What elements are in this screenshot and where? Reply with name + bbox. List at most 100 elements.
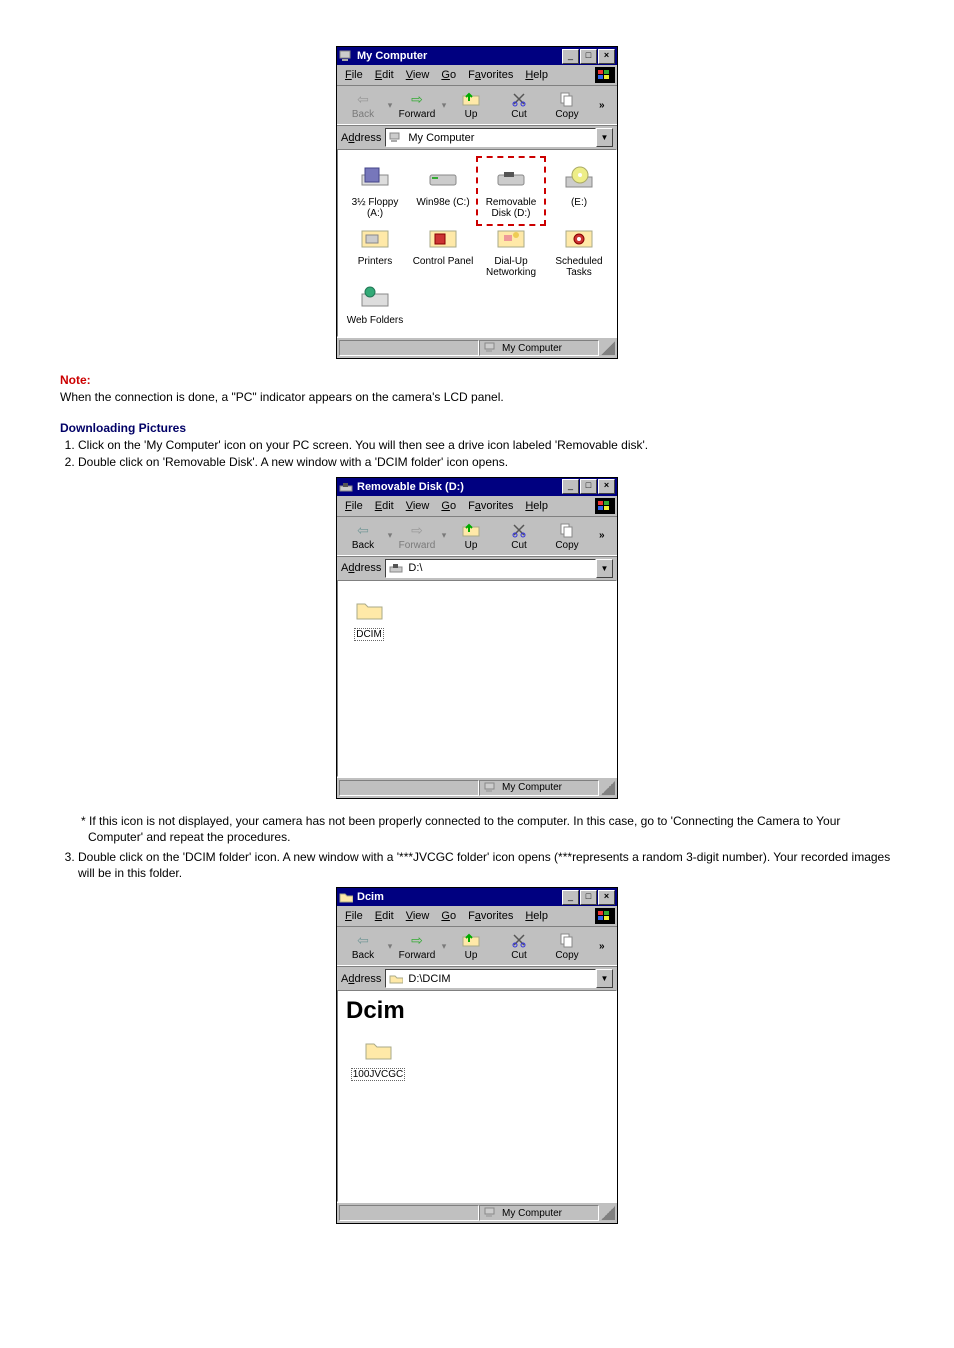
scissors-icon: [511, 931, 527, 949]
menu-help[interactable]: Help: [519, 909, 554, 923]
content-pane[interactable]: 3½ Floppy (A:) Win98e (C:) Removable Dis…: [337, 149, 617, 337]
status-panel: My Computer: [479, 780, 599, 796]
copy-icon: [559, 521, 575, 539]
cd-drive-icon: [548, 162, 610, 194]
removable-drive-icon: [388, 561, 404, 575]
address-label: Address: [341, 973, 381, 985]
menu-view[interactable]: View: [400, 909, 436, 923]
menu-edit[interactable]: Edit: [369, 909, 400, 923]
close-button[interactable]: ×: [598, 479, 615, 494]
steps-list: Click on the 'My Computer' icon on your …: [78, 437, 894, 470]
forward-button[interactable]: ⇨ Forward: [393, 90, 441, 120]
maximize-button[interactable]: □: [580, 890, 597, 905]
forward-button[interactable]: ⇨ Forward: [393, 931, 441, 961]
computer-icon: [388, 131, 404, 145]
close-button[interactable]: ×: [598, 890, 615, 905]
content-pane[interactable]: Dcim 100JVCGC: [337, 990, 617, 1202]
folder-web[interactable]: Web Folders: [344, 280, 406, 326]
windows-logo-icon: [595, 67, 615, 83]
folder-scheduled[interactable]: Scheduled Tasks: [548, 221, 610, 278]
menu-go[interactable]: Go: [435, 499, 462, 513]
folder-up-icon: [461, 931, 481, 949]
cut-button[interactable]: Cut: [495, 521, 543, 551]
folder-dcim[interactable]: DCIM: [344, 593, 394, 641]
menu-edit[interactable]: Edit: [369, 499, 400, 513]
content-pane[interactable]: DCIM: [337, 580, 617, 777]
cut-button[interactable]: Cut: [495, 931, 543, 961]
maximize-button[interactable]: □: [580, 49, 597, 64]
menu-favorites[interactable]: Favorites: [462, 909, 519, 923]
copy-button[interactable]: Copy: [543, 90, 591, 120]
titlebar[interactable]: Removable Disk (D:) _ □ ×: [337, 478, 617, 496]
folder-100jvcgc[interactable]: 100JVCGC: [346, 1033, 410, 1081]
computer-icon: [339, 49, 353, 63]
resize-grip[interactable]: [601, 781, 615, 795]
control-panel-folder-icon: [412, 221, 474, 253]
minimize-button[interactable]: _: [562, 49, 579, 64]
close-button[interactable]: ×: [598, 49, 615, 64]
menu-view[interactable]: View: [400, 68, 436, 82]
minimize-button[interactable]: _: [562, 479, 579, 494]
copy-button[interactable]: Copy: [543, 931, 591, 961]
copy-button[interactable]: Copy: [543, 521, 591, 551]
address-dropdown-button[interactable]: ▼: [596, 559, 613, 578]
maximize-button[interactable]: □: [580, 479, 597, 494]
address-combo[interactable]: D:\: [385, 559, 596, 578]
scissors-icon: [511, 521, 527, 539]
menu-help[interactable]: Help: [519, 68, 554, 82]
toolbar: ⇦ Back ▾ ⇨ Forward ▾ Up Cut Copy »: [337, 516, 617, 556]
resize-grip[interactable]: [601, 341, 615, 355]
menu-file[interactable]: File: [339, 909, 369, 923]
note-heading: Note:: [60, 373, 894, 387]
up-button[interactable]: Up: [447, 90, 495, 120]
folder-printers[interactable]: Printers: [344, 221, 406, 278]
statusbar: My Computer: [337, 1202, 617, 1223]
toolbar-overflow-button[interactable]: »: [599, 530, 613, 541]
titlebar[interactable]: My Computer _ □ ×: [337, 47, 617, 65]
toolbar-overflow-button[interactable]: »: [599, 941, 613, 952]
menu-go[interactable]: Go: [435, 909, 462, 923]
address-dropdown-button[interactable]: ▼: [596, 969, 613, 988]
back-button[interactable]: ⇦ Back: [339, 521, 387, 551]
minimize-button[interactable]: _: [562, 890, 579, 905]
step-3: Double click on the 'DCIM folder' icon. …: [78, 849, 894, 881]
cut-button[interactable]: Cut: [495, 90, 543, 120]
menu-favorites[interactable]: Favorites: [462, 499, 519, 513]
menu-help[interactable]: Help: [519, 499, 554, 513]
folder-heading: Dcim: [338, 991, 616, 1027]
note-text: When the connection is done, a "PC" indi…: [60, 389, 894, 405]
menu-file[interactable]: File: [339, 499, 369, 513]
arrow-right-icon: ⇨: [411, 933, 423, 947]
printers-folder-icon: [344, 221, 406, 253]
drive-removable[interactable]: Removable Disk (D:): [480, 162, 542, 219]
address-combo[interactable]: My Computer: [385, 128, 596, 147]
up-button[interactable]: Up: [447, 521, 495, 551]
status-panel: My Computer: [479, 340, 599, 356]
folder-dialup[interactable]: Dial-Up Networking: [480, 221, 542, 278]
menu-go[interactable]: Go: [435, 68, 462, 82]
menu-view[interactable]: View: [400, 499, 436, 513]
drive-floppy[interactable]: 3½ Floppy (A:): [344, 162, 406, 219]
titlebar[interactable]: Dcim _ □ ×: [337, 888, 617, 906]
footnote-1: * If this icon is not displayed, your ca…: [78, 813, 894, 845]
resize-grip[interactable]: [601, 1206, 615, 1220]
drive-e[interactable]: (E:): [548, 162, 610, 219]
window-dcim: Dcim _ □ × File Edit View Go Favorites H…: [336, 887, 618, 1224]
copy-icon: [559, 90, 575, 108]
address-combo[interactable]: D:\DCIM: [385, 969, 596, 988]
folder-control-panel[interactable]: Control Panel: [412, 221, 474, 278]
addressbar: Address D:\ ▼: [337, 556, 617, 580]
menu-favorites[interactable]: Favorites: [462, 68, 519, 82]
toolbar-overflow-button[interactable]: »: [599, 100, 613, 111]
back-button: ⇦ Back: [339, 90, 387, 120]
arrow-right-icon: ⇨: [411, 92, 423, 106]
up-button[interactable]: Up: [447, 931, 495, 961]
scissors-icon: [511, 90, 527, 108]
menu-file[interactable]: File: [339, 68, 369, 82]
drive-win98e[interactable]: Win98e (C:): [412, 162, 474, 219]
menu-edit[interactable]: Edit: [369, 68, 400, 82]
menubar: File Edit View Go Favorites Help: [337, 906, 617, 926]
back-button[interactable]: ⇦ Back: [339, 931, 387, 961]
address-dropdown-button[interactable]: ▼: [596, 128, 613, 147]
toolbar: ⇦ Back ▾ ⇨ Forward ▾ Up Cut Copy »: [337, 926, 617, 966]
